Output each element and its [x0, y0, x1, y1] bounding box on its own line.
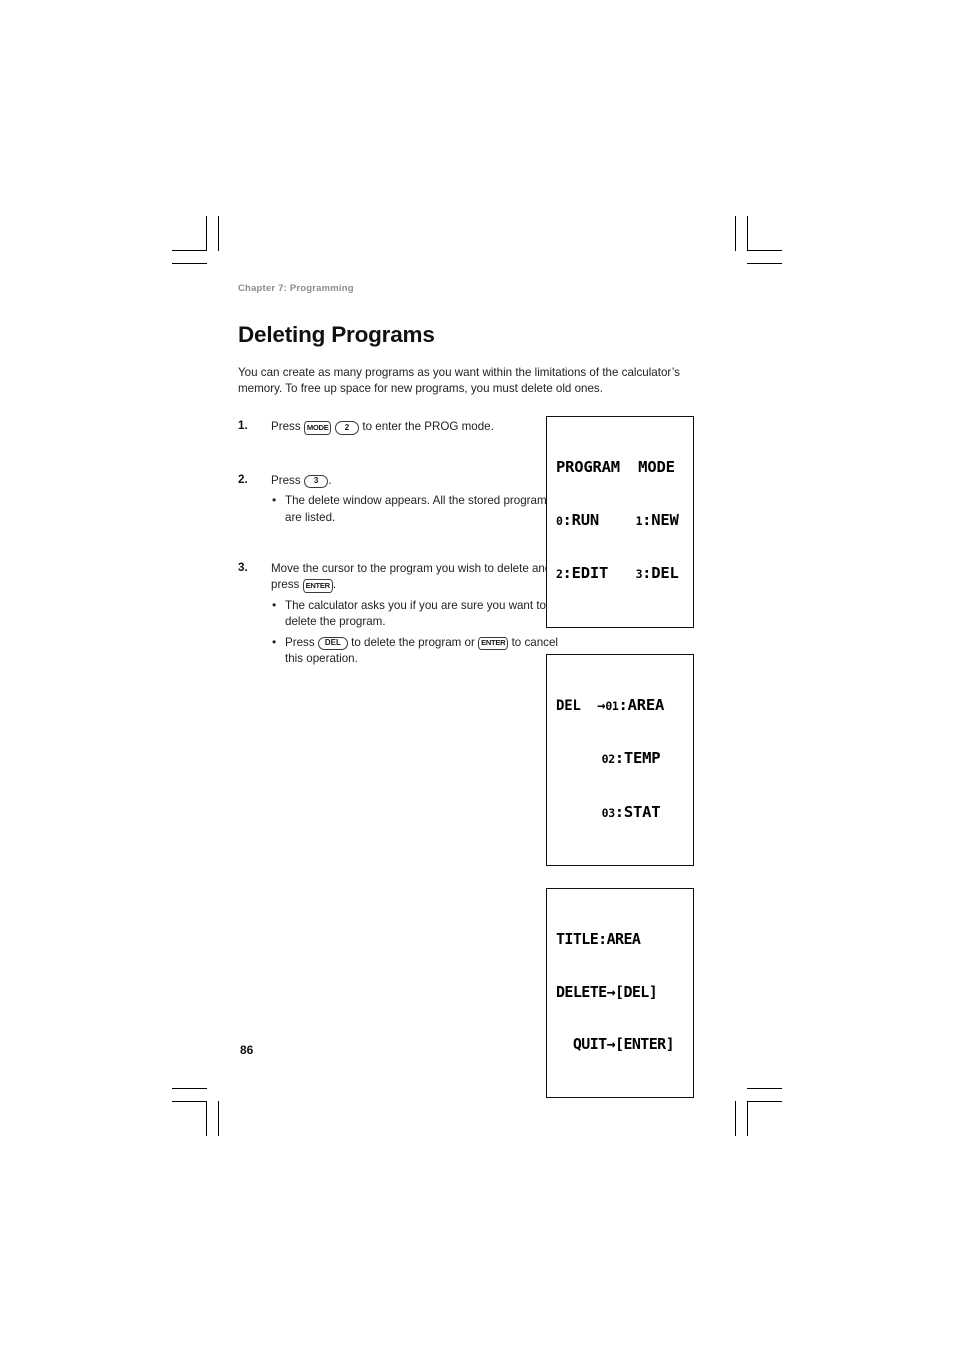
lcd-delete-list-screen: DEL →01:AREA 02:TEMP 03:STAT: [546, 653, 694, 866]
lcd-panels: PROGRAM MODE 0:RUN 1:NEW 2:EDIT 3:DEL DE…: [546, 416, 694, 1124]
lcd-1-line-3-label-a: :EDIT: [562, 564, 636, 582]
step-3-number: 3.: [238, 561, 248, 575]
key-enter[interactable]: ENTER: [302, 579, 333, 593]
step-3-body: Move the cursor to the program you wish …: [271, 561, 561, 667]
crop-mark-bottom-right-outer-vertical: [735, 1101, 736, 1136]
intro-paragraph: You can create as many programs as you w…: [238, 366, 680, 396]
lcd-2-line-2: 02:TEMP: [556, 749, 684, 769]
lcd-2-line-1-label: :AREA: [618, 695, 665, 714]
crop-mark-top-left-outer-horizontal: [172, 263, 207, 264]
crop-mark-top-right-inner-vertical: [747, 216, 748, 251]
lcd-delete-confirm-screen: TITLE:AREA DELETE→[DEL] QUIT→[ENTER]: [546, 888, 694, 1098]
lcd-3-line-3: QUIT→[ENTER]: [556, 1035, 675, 1053]
lcd-2-line-2-index: 02: [601, 752, 615, 766]
crop-mark-bottom-left-outer-horizontal: [172, 1088, 207, 1089]
key-del[interactable]: DEL: [317, 636, 348, 651]
lcd-2-line-2-pad: [556, 749, 602, 767]
key-enter-cancel[interactable]: ENTER: [478, 636, 509, 651]
crop-mark-top-right-outer-horizontal: [747, 263, 782, 264]
crop-mark-top-left-inner-horizontal: [172, 250, 207, 251]
lcd-program-mode-screen: PROGRAM MODE 0:RUN 1:NEW 2:EDIT 3:DEL: [546, 416, 694, 628]
lcd-2-line-3: 03:STAT: [556, 802, 684, 823]
step-2-body: Press 3. The delete window appears. All …: [271, 473, 561, 526]
step-3-bullets: The calculator asks you if you are sure …: [271, 597, 561, 668]
lcd-2-cursor-arrow: DEL →: [556, 697, 606, 714]
lcd-2-line-1-index: 01: [605, 698, 619, 713]
step-2-text-before: Press: [271, 473, 301, 487]
step-3-bullet-2: Press DEL to delete the program or ENTER…: [271, 634, 561, 668]
lcd-3-line-2: DELETE→[DEL]: [556, 982, 658, 1001]
step-2-bullets: The delete window appears. All the store…: [271, 492, 561, 526]
lcd-3-line-1: TITLE:AREA: [556, 930, 641, 948]
crop-mark-top-left-inner-vertical: [206, 216, 207, 251]
lcd-2-line-3-pad: [556, 803, 602, 821]
lcd-1-line-3-label-b: :DEL: [642, 564, 679, 582]
crop-mark-top-left-outer-vertical: [218, 216, 219, 251]
crop-mark-bottom-right-inner-vertical: [747, 1101, 748, 1136]
key-2[interactable]: 2: [334, 421, 360, 435]
crop-mark-bottom-right-inner-horizontal: [747, 1101, 782, 1102]
step-1-text-before: Press: [271, 420, 301, 434]
lcd-2-line-2-label: :TEMP: [614, 749, 661, 767]
step-3-bullet-2-press: Press: [285, 635, 315, 649]
lcd-2-line-3-index: 03: [601, 805, 615, 820]
lcd-1-line-2-label-b: :NEW: [642, 510, 679, 529]
page-title: Deleting Programs: [238, 322, 435, 347]
step-3-bullet-2-mid: to delete the program or: [351, 635, 475, 649]
lcd-1-line-1: PROGRAM MODE: [556, 458, 675, 476]
step-1-body: Press MODE 2 to enter the PROG mode.: [271, 419, 561, 435]
crop-mark-bottom-left-outer-vertical: [218, 1101, 219, 1136]
page-number: 86: [240, 1043, 254, 1057]
crop-mark-bottom-left-inner-horizontal: [172, 1101, 207, 1102]
crop-mark-top-right-outer-vertical: [735, 216, 736, 251]
crop-mark-bottom-right-outer-horizontal: [747, 1088, 782, 1089]
crop-mark-bottom-left-inner-vertical: [206, 1101, 207, 1136]
running-head: Chapter 7: Programming: [238, 283, 354, 294]
lcd-1-line-2: 0:RUN 1:NEW: [556, 510, 684, 531]
key-mode[interactable]: MODE: [303, 421, 332, 435]
lcd-2-line-3-label: :STAT: [614, 802, 661, 821]
step-2-text-after: .: [328, 473, 332, 487]
lcd-1-line-2-label-a: :RUN: [562, 510, 636, 529]
step-2-bullet-1: The delete window appears. All the store…: [271, 492, 561, 526]
key-3[interactable]: 3: [303, 474, 329, 489]
lcd-1-line-3: 2:EDIT 3:DEL: [556, 564, 684, 584]
step-1-text-after: to enter the PROG mode.: [362, 420, 494, 434]
step-3-text-after: .: [332, 578, 337, 592]
step-2-number: 2.: [238, 472, 248, 486]
crop-mark-top-right-inner-horizontal: [747, 250, 782, 251]
step-3-bullet-1: The calculator asks you if you are sure …: [271, 597, 561, 631]
step-1-number: 1.: [238, 419, 248, 433]
lcd-2-line-1: DEL →01:AREA: [556, 695, 684, 716]
